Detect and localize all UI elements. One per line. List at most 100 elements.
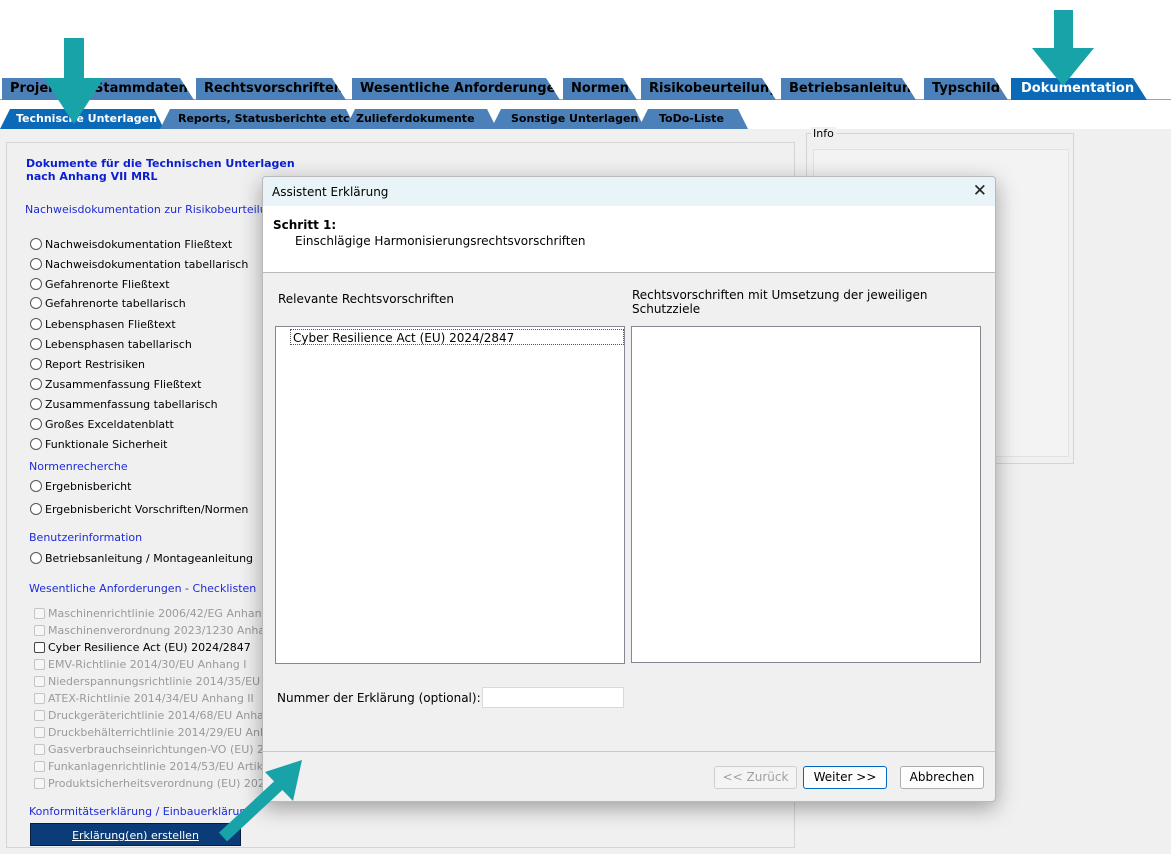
radio-button[interactable]	[30, 552, 42, 564]
next-button-label: Weiter >>	[813, 770, 877, 784]
check-label: Maschinenverordnung 2023/1230 Anhang III	[48, 624, 293, 637]
radio-label: Ergebnisbericht	[45, 479, 132, 493]
radio-button[interactable]	[30, 238, 42, 250]
radio-button[interactable]	[30, 378, 42, 390]
section-checklisten: Wesentliche Anforderungen - Checklisten	[29, 582, 257, 595]
back-button[interactable]: << Zurück	[714, 766, 797, 789]
arrow-down-icon	[44, 38, 104, 124]
checkbox	[34, 676, 45, 687]
checkbox	[34, 659, 45, 670]
radio-gefahrenorte-tabellarisch[interactable]: Gefahrenorte tabellarisch	[30, 295, 186, 311]
radio-button[interactable]	[30, 258, 42, 270]
radio-label: Report Restrisiken	[45, 357, 146, 371]
radio-funktionale-sicherheit[interactable]: Funktionale Sicherheit	[30, 436, 167, 452]
regulations-label-line1: Rechtsvorschriften mit Umsetzung der jew…	[632, 288, 928, 302]
radio-button[interactable]	[30, 358, 42, 370]
radio-button[interactable]	[30, 438, 42, 450]
documents-heading: Dokumente für die Technischen Unterlagen…	[26, 157, 295, 183]
regulations-label-line2: Schutzziele	[632, 302, 701, 316]
radio-label: Gefahrenorte tabellarisch	[45, 296, 186, 310]
next-button[interactable]: Weiter >>	[803, 766, 887, 789]
regulations-protection-goals-label: Rechtsvorschriften mit Umsetzung der jew…	[632, 288, 928, 316]
tab-normen[interactable]: Normen	[563, 78, 637, 100]
radio-betriebsanleitung[interactable]: Betriebsanleitung / Montageanleitung	[30, 550, 253, 566]
dialog-title: Assistent Erklärung	[272, 185, 389, 199]
checkbox	[34, 778, 45, 789]
back-button-label: << Zurück	[722, 770, 789, 784]
relevant-regulations-label: Relevante Rechtsvorschriften	[278, 292, 455, 306]
check-maschinenverordnung: Maschinenverordnung 2023/1230 Anhang III	[34, 623, 292, 638]
assistant-dialog: Assistent Erklärung ✕ Schritt 1: Einschl…	[262, 176, 996, 802]
dialog-step-header: Schritt 1: Einschlägige Harmonisierungsr…	[263, 206, 995, 273]
checkbox	[34, 693, 45, 704]
declaration-number-input[interactable]	[482, 687, 624, 708]
check-druckgeraeterichtlinie: Druckgeräterichtlinie 2014/68/EU Anhang …	[34, 708, 285, 723]
radio-button[interactable]	[30, 318, 42, 330]
check-emv-richtlinie: EMV-Richtlinie 2014/30/EU Anhang I	[34, 657, 247, 672]
tab-betriebsanleitung[interactable]: Betriebsanleitung	[781, 78, 916, 100]
radio-label: Zusammenfassung tabellarisch	[45, 397, 218, 411]
checkbox	[34, 761, 45, 772]
radio-label: Nachweisdokumentation tabellarisch	[45, 257, 249, 271]
create-declaration-label: Erklärung(en) erstellen	[72, 829, 199, 842]
checkbox[interactable]	[34, 642, 45, 653]
radio-button[interactable]	[30, 503, 42, 515]
radio-lebensphasen-tabellarisch[interactable]: Lebensphasen tabellarisch	[30, 336, 192, 352]
list-item-cyber-resilience-act[interactable]: Cyber Resilience Act (EU) 2024/2847	[290, 329, 624, 345]
radio-label: Lebensphasen tabellarisch	[45, 337, 192, 351]
step-title: Schritt 1:	[273, 218, 337, 232]
check-label: Druckbehälterrichtlinie 2014/29/EU Anhan…	[48, 726, 295, 739]
radio-button[interactable]	[30, 338, 42, 350]
cancel-button-label: Abbrechen	[909, 770, 975, 784]
arrow-down-icon	[1032, 10, 1094, 86]
radio-button[interactable]	[30, 278, 42, 290]
radio-label: Großes Exceldatenblatt	[45, 417, 174, 431]
radio-button[interactable]	[30, 480, 42, 492]
radio-nachweis-fliesstext[interactable]: Nachweisdokumentation Fließtext	[30, 236, 232, 252]
cancel-button[interactable]: Abbrechen	[900, 766, 984, 789]
radio-label: Ergebnisbericht Vorschriften/Normen	[45, 502, 249, 516]
declaration-number-label: Nummer der Erklärung (optional):	[277, 691, 481, 705]
radio-gefahrenorte-fliesstext[interactable]: Gefahrenorte Fließtext	[30, 276, 170, 292]
radio-ergebnisbericht[interactable]: Ergebnisbericht	[30, 478, 131, 494]
check-maschinenrichtlinie: Maschinenrichtlinie 2006/42/EG Anhang I	[34, 606, 275, 621]
radio-report-restrisiken[interactable]: Report Restrisiken	[30, 356, 145, 372]
section-nachweis: Nachweisdokumentation zur Risikobeurteil…	[25, 203, 281, 216]
radio-zusammenfassung-fliesstext[interactable]: Zusammenfassung Fließtext	[30, 376, 202, 392]
check-label: Maschinenrichtlinie 2006/42/EG Anhang I	[48, 607, 276, 620]
radio-nachweis-tabellarisch[interactable]: Nachweisdokumentation tabellarisch	[30, 256, 248, 272]
radio-label: Zusammenfassung Fließtext	[45, 377, 202, 391]
radio-lebensphasen-fliesstext[interactable]: Lebensphasen Fließtext	[30, 316, 176, 332]
section-normenrecherche: Normenrecherche	[29, 460, 128, 473]
subtab-zulieferdokumente[interactable]: Zulieferdokumente	[345, 109, 497, 129]
tab-wesentliche-anforderungen[interactable]: Wesentliche Anforderungen	[352, 78, 560, 100]
tab-typschild[interactable]: Typschild	[924, 78, 1008, 100]
regulations-protection-goals-list[interactable]	[631, 326, 981, 663]
checkbox	[34, 608, 45, 619]
radio-zusammenfassung-tabellarisch[interactable]: Zusammenfassung tabellarisch	[30, 396, 218, 412]
radio-button[interactable]	[30, 418, 42, 430]
check-atex-richtlinie: ATEX-Richtlinie 2014/34/EU Anhang II	[34, 691, 254, 706]
tab-rechtsvorschriften[interactable]: Rechtsvorschriften	[196, 78, 346, 100]
check-label: Cyber Resilience Act (EU) 2024/2847	[48, 641, 251, 654]
check-label: EMV-Richtlinie 2014/30/EU Anhang I	[48, 658, 247, 671]
checkbox	[34, 625, 45, 636]
close-icon[interactable]: ✕	[973, 181, 987, 201]
radio-button[interactable]	[30, 398, 42, 410]
subtab-sonstige-unterlagen[interactable]: Sonstige Unterlagen	[491, 109, 645, 129]
create-declaration-button[interactable]: Erklärung(en) erstellen	[30, 823, 241, 846]
radio-button[interactable]	[30, 297, 42, 309]
checkbox	[34, 744, 45, 755]
relevant-regulations-list[interactable]: Cyber Resilience Act (EU) 2024/2847	[275, 326, 625, 664]
radio-ergebnisbericht-vorschriften[interactable]: Ergebnisbericht Vorschriften/Normen	[30, 501, 248, 517]
check-label: ATEX-Richtlinie 2014/34/EU Anhang II	[48, 692, 254, 705]
checkbox	[34, 727, 45, 738]
radio-label: Lebensphasen Fließtext	[45, 317, 176, 331]
tab-risikobeurteilung[interactable]: Risikobeurteilung	[641, 78, 776, 100]
check-cyber-resilience-act[interactable]: Cyber Resilience Act (EU) 2024/2847	[34, 640, 251, 655]
radio-label: Betriebsanleitung / Montageanleitung	[45, 551, 254, 565]
radio-grosses-exceldatenblatt[interactable]: Großes Exceldatenblatt	[30, 416, 174, 432]
subtab-todo-liste[interactable]: ToDo-Liste	[638, 109, 748, 129]
subtab-reports[interactable]: Reports, Statusberichte etc.	[160, 109, 356, 129]
documents-heading-line1: Dokumente für die Technischen Unterlagen	[26, 157, 295, 170]
